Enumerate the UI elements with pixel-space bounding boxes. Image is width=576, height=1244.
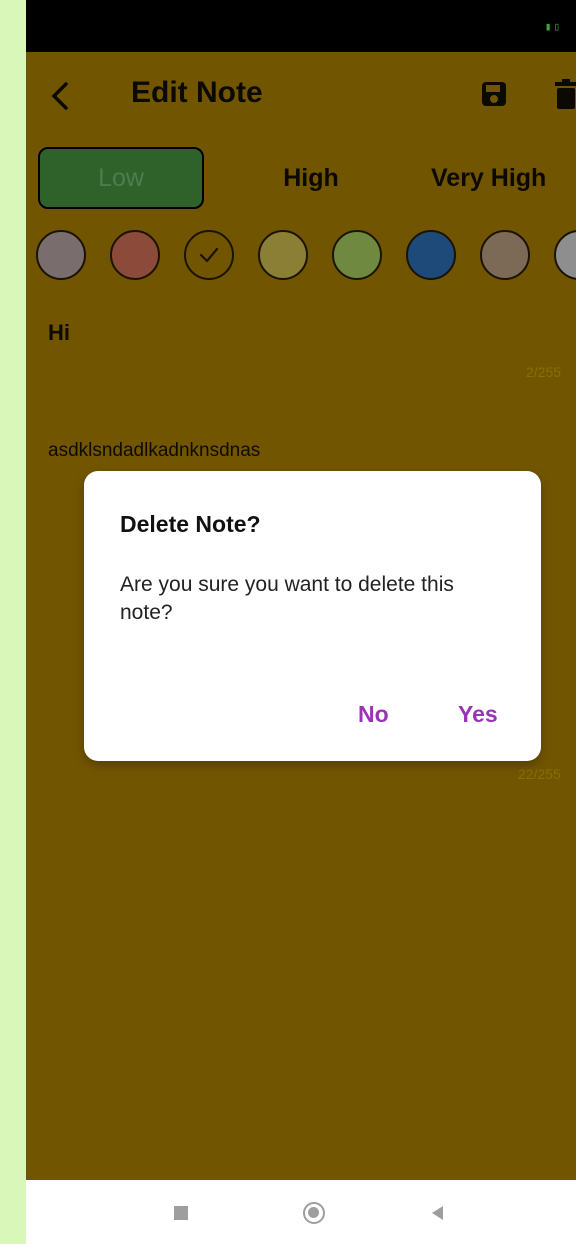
color-swatch-selected[interactable] xyxy=(184,230,234,280)
recents-icon[interactable] xyxy=(174,1206,188,1220)
color-swatches xyxy=(26,230,576,290)
note-body-input[interactable]: asdklsndadlkadnknsdnas xyxy=(48,440,260,462)
color-swatch-red[interactable] xyxy=(110,230,160,280)
yes-button[interactable]: Yes xyxy=(458,701,498,728)
app-bar: Edit Note xyxy=(26,52,576,138)
system-nav-bar xyxy=(26,1180,576,1244)
priority-low-button[interactable]: Low xyxy=(38,147,204,209)
home-icon[interactable] xyxy=(303,1202,325,1224)
phone-screen: ▮▯ Edit Note Low High Very High Hi 2/255… xyxy=(26,0,576,1244)
delete-confirm-dialog: Delete Note? Are you sure you want to de… xyxy=(84,471,541,761)
priority-high-button[interactable]: High xyxy=(251,147,371,209)
color-swatch-grey[interactable] xyxy=(36,230,86,280)
trash-icon[interactable] xyxy=(553,78,576,110)
checkmark-icon xyxy=(199,247,219,263)
back-icon[interactable] xyxy=(432,1206,443,1220)
floppy-disk-icon[interactable] xyxy=(480,80,508,108)
status-bar: ▮▯ xyxy=(26,0,576,52)
page-title: Edit Note xyxy=(131,76,263,109)
dialog-title: Delete Note? xyxy=(120,511,261,537)
body-char-counter: 22/255 xyxy=(518,766,561,782)
title-char-counter: 2/255 xyxy=(526,364,562,380)
note-title-input[interactable]: Hi xyxy=(48,320,70,346)
priority-very-high-button[interactable]: Very High xyxy=(431,147,576,209)
color-swatch-brown[interactable] xyxy=(480,230,530,280)
no-button[interactable]: No xyxy=(358,701,389,728)
color-swatch-blue[interactable] xyxy=(406,230,456,280)
color-swatch-silver[interactable] xyxy=(554,230,576,280)
chevron-left-icon[interactable] xyxy=(44,76,76,116)
color-swatch-green[interactable] xyxy=(332,230,382,280)
color-swatch-yellow[interactable] xyxy=(258,230,308,280)
dialog-message: Are you sure you want to delete this not… xyxy=(120,573,454,624)
battery-icon: ▮▯ xyxy=(544,20,562,33)
